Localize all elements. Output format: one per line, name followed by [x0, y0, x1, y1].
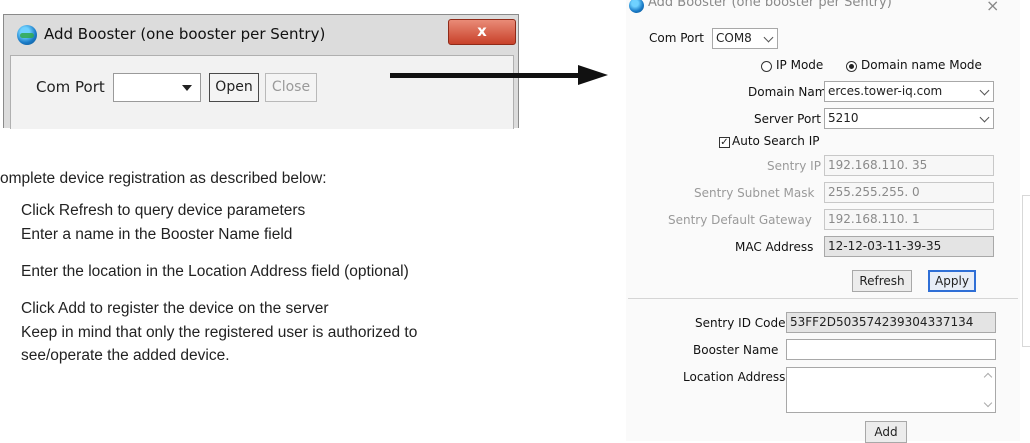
instruction-step: Keep in mind that only the registered us…	[21, 324, 418, 341]
arrow-shaft	[390, 73, 580, 78]
instruction-step: Click Add to register the device on the …	[21, 300, 329, 317]
instruction-continuation: see/operate the added device.	[21, 347, 230, 364]
apply-button[interactable]: Apply	[928, 270, 976, 292]
auto-search-label: Auto Search IP	[732, 134, 820, 148]
domain-mode-radio[interactable]	[846, 61, 857, 72]
mac-address-label: MAC Address	[735, 240, 814, 254]
mac-address-field: 12-12-03-11-39-35	[824, 236, 994, 257]
com-port-value: COM8	[716, 31, 752, 45]
domain-name-label: Domain Name	[748, 85, 834, 99]
small-com-port-label: Com Port	[36, 78, 105, 96]
sentry-ip-field[interactable]: 192.168.110. 35	[824, 155, 994, 176]
booster-name-label: Booster Name	[693, 343, 779, 357]
com-port-label: Com Port	[649, 31, 705, 45]
open-button[interactable]: Open	[209, 73, 259, 102]
add-button[interactable]: Add	[865, 421, 907, 443]
instruction-step: Enter the location in the Location Addre…	[21, 263, 409, 280]
small-com-port-select[interactable]	[113, 73, 201, 102]
app-globe-icon	[629, 0, 644, 13]
sentry-id-label: Sentry ID Code	[695, 316, 786, 330]
big-title-bar: Add Booster (one booster per Sentry) ×	[626, 0, 1020, 20]
small-window-close-button[interactable]: x	[448, 19, 516, 45]
scroll-up-icon[interactable]	[983, 372, 993, 382]
big-add-booster-window: Add Booster (one booster per Sentry) × C…	[626, 0, 1020, 443]
small-window-title: Add Booster (one booster per Sentry)	[44, 25, 326, 43]
instructions-intro: omplete device registration as described…	[0, 170, 327, 187]
subnet-mask-label: Sentry Subnet Mask	[694, 186, 815, 200]
instruction-step: Enter a name in the Booster Name field	[21, 226, 293, 243]
scroll-down-icon[interactable]	[983, 398, 993, 408]
close-button[interactable]: Close	[265, 73, 317, 102]
default-gateway-label: Sentry Default Gateway	[668, 213, 812, 227]
location-address-textarea[interactable]	[786, 367, 996, 413]
ip-mode-label: IP Mode	[776, 58, 824, 72]
small-title-bar: Add Booster (one booster per Sentry) x	[4, 15, 518, 53]
auto-search-checkbox[interactable]: ✓	[719, 137, 730, 148]
default-gateway-field[interactable]: 192.168.110. 1	[824, 209, 994, 230]
chevron-down-icon	[979, 85, 990, 96]
domain-name-value: erces.tower-iq.com	[828, 84, 943, 98]
chevron-down-icon	[979, 112, 990, 123]
domain-mode-label: Domain name Mode	[861, 58, 982, 72]
com-port-select[interactable]: COM8	[712, 28, 778, 49]
server-port-value: 5210	[828, 111, 859, 125]
location-address-label: Location Address	[683, 370, 786, 384]
server-port-select[interactable]: 5210	[824, 108, 994, 129]
domain-name-select[interactable]: erces.tower-iq.com	[824, 81, 994, 102]
sentry-id-field: 53FF2D503574239304337134	[786, 312, 996, 333]
arrow-right-icon	[578, 65, 608, 85]
section-divider	[628, 298, 1018, 299]
chevron-down-icon	[763, 32, 774, 43]
instruction-step: Click Refresh to query device parameters	[21, 202, 306, 219]
small-window-body: Com Port Open Close	[10, 55, 514, 129]
booster-name-input[interactable]	[786, 339, 996, 360]
server-port-label: Server Port	[754, 112, 821, 126]
app-globe-icon	[17, 25, 37, 45]
ip-mode-radio[interactable]	[761, 61, 772, 72]
close-icon[interactable]: ×	[986, 0, 999, 15]
big-window-title: Add Booster (one booster per Sentry)	[648, 0, 892, 10]
subnet-mask-field[interactable]: 255.255.255. 0	[824, 182, 994, 203]
background-window-edge	[1022, 195, 1030, 347]
refresh-button[interactable]: Refresh	[852, 270, 912, 292]
sentry-ip-label: Sentry IP	[767, 159, 821, 173]
dropdown-arrow-icon	[182, 85, 192, 91]
small-add-booster-window: Add Booster (one booster per Sentry) x C…	[3, 14, 519, 129]
